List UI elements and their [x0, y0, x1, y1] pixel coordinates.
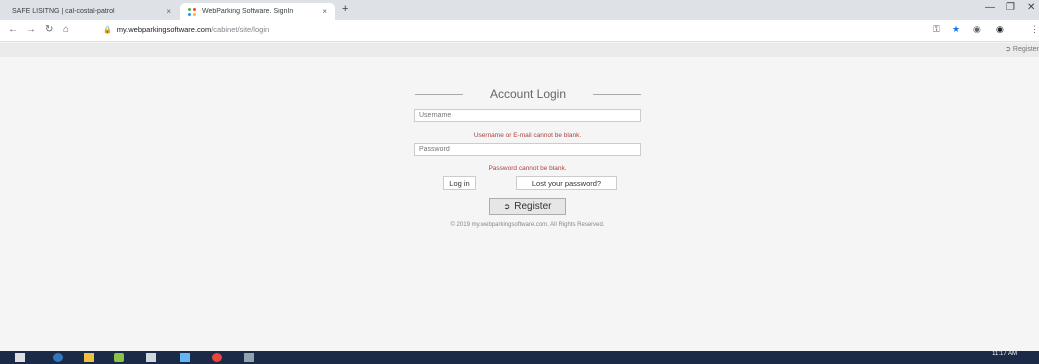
home-button[interactable]: ⌂ [63, 24, 69, 35]
url-host: my.webparkingsoftware.com [116, 25, 212, 34]
windows-taskbar: 11:17 AM [0, 351, 1039, 364]
site-header: ➲ Register [0, 43, 1039, 57]
edge-icon[interactable] [53, 353, 63, 362]
username-error: Username or E-mail cannot be blank. [473, 132, 582, 139]
store-icon[interactable] [146, 353, 156, 362]
login-button[interactable]: Log in [443, 176, 476, 190]
back-button[interactable]: ← [8, 24, 18, 35]
chrome-icon[interactable] [212, 353, 222, 362]
close-icon[interactable]: × [322, 7, 327, 16]
tab-webparking-signin[interactable]: WebParking Software. SignIn × [180, 3, 335, 20]
browser-tab-strip: SAFE LISITNG | cal-costal-patrol × WebPa… [0, 0, 1039, 20]
address-bar[interactable]: 🔒 my.webparkingsoftware.com/cabinet/site/… [103, 25, 269, 34]
sign-in-arrow-icon: ➲ [503, 202, 511, 211]
close-icon[interactable]: × [166, 7, 171, 16]
divider [593, 94, 641, 95]
windows-start-icon[interactable] [15, 353, 25, 362]
reload-button[interactable]: ↻ [45, 24, 53, 35]
key-icon[interactable]: ⚿ [933, 24, 940, 35]
lock-icon: 🔒 [103, 27, 112, 34]
copyright-footer: © 2019 my.webparkingsoftware.com. All Ri… [450, 222, 605, 228]
app-icon[interactable] [244, 353, 254, 362]
extension-icon[interactable]: ◉ [973, 24, 981, 35]
new-tab-button[interactable]: + [342, 3, 348, 15]
maximize-button[interactable]: ❐ [1006, 2, 1015, 13]
webparking-favicon-icon [188, 7, 196, 16]
tab-title: SAFE LISITNG | cal-costal-patrol [12, 8, 115, 15]
tab-safe-listing[interactable]: SAFE LISITNG | cal-costal-patrol × [4, 3, 179, 20]
file-explorer-icon[interactable] [84, 353, 94, 362]
recycle-icon[interactable] [114, 353, 124, 362]
photos-icon[interactable] [180, 353, 190, 362]
register-button[interactable]: ➲ Register [489, 198, 566, 215]
url-path: /cabinet/site/login [211, 25, 270, 34]
register-label: Register [514, 201, 552, 212]
sign-in-arrow-icon: ➲ [1005, 46, 1013, 53]
profile-icon[interactable]: ◉ [996, 24, 1004, 35]
login-heading: Account Login [415, 86, 641, 102]
star-icon[interactable]: ★ [952, 24, 960, 35]
minimize-button[interactable]: — [985, 2, 995, 13]
username-input[interactable] [414, 109, 641, 122]
tab-title: WebParking Software. SignIn [202, 8, 294, 15]
password-error: Password cannot be blank. [488, 165, 567, 172]
password-input[interactable] [414, 143, 641, 156]
forward-button[interactable]: → [26, 24, 36, 35]
browser-toolbar: ← → ↻ ⌂ 🔒 my.webparkingsoftware.com/cabin… [0, 20, 1039, 42]
lost-password-button[interactable]: Lost your password? [516, 176, 617, 190]
clock[interactable]: 11:17 AM [992, 351, 1017, 358]
menu-icon[interactable]: ⋮ [1030, 24, 1039, 35]
top-register-label: Register [1012, 46, 1039, 53]
top-register-link[interactable]: ➲ Register [1005, 45, 1039, 53]
close-window-button[interactable]: ✕ [1027, 2, 1035, 13]
